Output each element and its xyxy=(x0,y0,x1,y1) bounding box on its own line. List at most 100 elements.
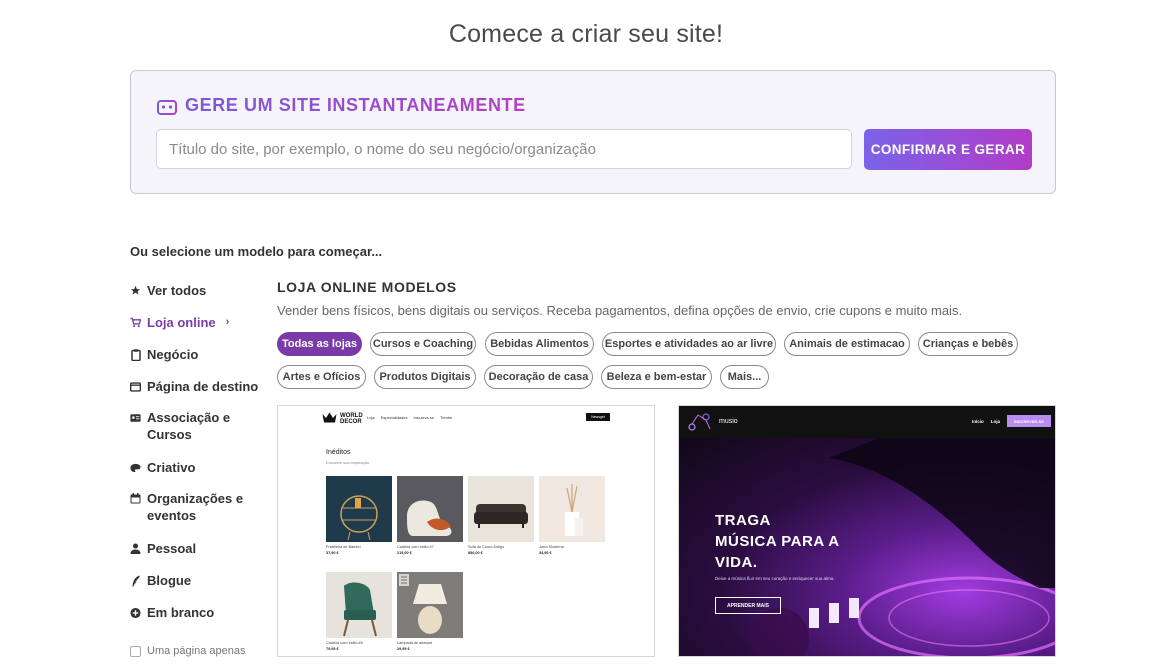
single-page-label: Uma página apenas xyxy=(147,645,246,657)
sidebar-item-label: Blogue xyxy=(147,573,192,588)
crown-icon xyxy=(322,410,337,428)
sidebar-item-label: Pessoal xyxy=(147,541,197,556)
sidebar-item-pagina-de-destino[interactable]: Página de destino xyxy=(130,378,258,395)
musio-logo-icon xyxy=(686,411,714,438)
musio-learn-more-button: APRENDER MAIS xyxy=(715,597,781,614)
filter-artes-oficios[interactable]: Artes e Ofícios xyxy=(277,365,366,389)
musio-tagline: Deixe a música fluir em seu coração e en… xyxy=(715,576,835,581)
nav-link: Loja xyxy=(990,419,1001,424)
headline-line: TRAGA xyxy=(715,512,771,529)
musio-logo-text: musio xyxy=(719,418,738,425)
category-description: Vender bens físicos, bens digitais ou se… xyxy=(277,303,963,318)
sidebar-item-label: Organizações e eventos xyxy=(147,491,244,523)
sidebar-item-criativo[interactable]: Criativo xyxy=(130,459,195,476)
world-decor-heading: Inéditos xyxy=(326,449,351,456)
sidebar-item-associacao-cursos[interactable]: Associação e Cursos xyxy=(130,409,250,443)
chevron-right-icon: › xyxy=(225,316,230,328)
sidebar-item-label: Página de destino xyxy=(147,379,259,394)
sidebar-item-negocio[interactable]: Negócio xyxy=(130,346,198,363)
window-icon xyxy=(130,378,141,395)
sidebar-item-label: Criativo xyxy=(147,460,196,475)
quill-icon xyxy=(130,572,141,589)
generator-header: GERE UM SITE INSTANTANEAMENTE xyxy=(155,95,526,116)
nav-link: Início xyxy=(972,419,984,424)
product-image-sofa xyxy=(468,476,534,542)
filter-produtos-digitais[interactable]: Produtos Digitais xyxy=(374,365,476,389)
world-decor-header-button: Newsget xyxy=(586,413,610,421)
product-name: Jarra Moderna xyxy=(539,545,564,549)
product-name: Sofá de Couro Antigo xyxy=(468,545,505,549)
template-card-musio[interactable]: musio Início Loja INSCREVER-SE TRAGA MÚS… xyxy=(678,405,1056,657)
filter-todas-as-lojas[interactable]: Todas as lojas xyxy=(277,332,362,356)
musio-nav: Início Loja xyxy=(972,419,1000,424)
sidebar-item-loja-online[interactable]: Loja online › xyxy=(130,314,229,331)
filter-beleza-bem-estar[interactable]: Beleza e bem-estar xyxy=(601,365,712,389)
site-generator-panel: GERE UM SITE INSTANTANEAMENTE CONFIRMAR … xyxy=(130,70,1056,194)
select-template-label: Ou selecione um modelo para começar... xyxy=(130,244,383,259)
musio-headline: TRAGA MÚSICA PARA A VIDA. xyxy=(715,510,840,573)
product-card: Lâmpada de abacaxi 29,95 € xyxy=(397,572,463,651)
template-card-world-decor[interactable]: WORLD DECOR Loja Especialidades Inscreva… xyxy=(277,405,655,657)
world-decor-logo-text: WORLD DECOR xyxy=(340,413,363,425)
single-page-toggle[interactable]: Uma página apenas xyxy=(130,645,245,657)
sidebar-item-pessoal[interactable]: Pessoal xyxy=(130,540,196,557)
product-image-green-chair xyxy=(326,572,392,638)
sidebar-item-em-branco[interactable]: Em branco xyxy=(130,604,214,621)
palette-icon xyxy=(130,459,141,476)
filter-cursos-coaching[interactable]: Cursos e Coaching xyxy=(370,332,476,356)
calendar-icon xyxy=(130,490,141,507)
confirm-generate-button[interactable]: CONFIRMAR E GERAR xyxy=(864,129,1032,170)
clipboard-icon xyxy=(130,346,141,363)
filter-bebidas-alimentos[interactable]: Bebidas Alimentos xyxy=(485,332,594,356)
nav-link: Tienhe xyxy=(440,415,453,420)
filter-decoracao-casa[interactable]: Decoração de casa xyxy=(484,365,593,389)
id-card-icon xyxy=(130,409,141,426)
filter-mais[interactable]: Mais... xyxy=(720,365,769,389)
generator-title: GERE UM SITE INSTANTANEAMENTE xyxy=(185,95,526,115)
world-decor-nav: Loja Especialidades Inscreva-se Tienhe xyxy=(367,415,452,420)
product-price: 37,90 € xyxy=(326,551,339,555)
category-title: LOJA ONLINE MODELOS xyxy=(277,279,457,295)
headline-line: VIDA. xyxy=(715,554,758,571)
cart-icon xyxy=(130,314,141,331)
sidebar-item-blogue[interactable]: Blogue xyxy=(130,572,191,589)
product-image-chair xyxy=(397,476,463,542)
filter-esportes-atividades[interactable]: Esportes e atividades ao ar livre xyxy=(602,332,776,356)
nav-link: Especialidades xyxy=(380,415,408,420)
person-icon xyxy=(130,540,141,557)
sidebar-item-label: Ver todos xyxy=(147,283,207,298)
product-price: 79,95 € xyxy=(326,647,339,651)
sidebar-item-label: Negócio xyxy=(147,347,199,362)
world-decor-subheading: Encontre sua inspiração. xyxy=(326,460,371,465)
star-icon xyxy=(130,282,141,299)
product-name: Prateleira de Bambu xyxy=(326,545,361,549)
musio-hero: TRAGA MÚSICA PARA A VIDA. Deixe a música… xyxy=(679,438,1055,656)
single-page-checkbox[interactable] xyxy=(130,645,141,657)
product-price: 215,00 € xyxy=(397,551,412,555)
filter-criancas-bebes[interactable]: Crianças e bebês xyxy=(918,332,1018,356)
product-name: Cadeira com estilo #7 xyxy=(397,545,434,549)
site-title-input[interactable] xyxy=(156,129,852,169)
nav-link: Loja xyxy=(367,415,375,420)
filter-animais-estimacao[interactable]: Animais de estimacao xyxy=(784,332,910,356)
world-decor-logo: WORLD DECOR xyxy=(322,410,364,428)
sidebar-item-label: Associação e Cursos xyxy=(147,410,231,442)
product-price: 890,00 € xyxy=(468,551,483,555)
musio-header: musio Início Loja INSCREVER-SE xyxy=(679,406,1055,438)
product-price: 29,95 € xyxy=(397,647,410,651)
page-title: Comece a criar seu site! xyxy=(448,20,724,48)
musio-signup-button: INSCREVER-SE xyxy=(1007,415,1051,427)
plus-circle-icon xyxy=(130,604,141,621)
nav-link: Inscreva-se xyxy=(413,415,435,420)
product-image-lamp xyxy=(397,572,463,638)
robot-icon xyxy=(155,96,179,116)
product-card: Cadeira com estilo #5 79,95 € xyxy=(326,572,392,651)
product-name: Cadeira com estilo #5 xyxy=(326,641,363,645)
sidebar-item-organizacoes-eventos[interactable]: Organizações e eventos xyxy=(130,490,250,524)
product-card: Cadeira com estilo #7 215,00 € xyxy=(397,476,463,555)
product-image-vase xyxy=(539,476,605,542)
product-card: Sofá de Couro Antigo 890,00 € xyxy=(468,476,534,555)
product-name: Lâmpada de abacaxi xyxy=(397,641,433,645)
product-card: Prateleira de Bambu 37,90 € xyxy=(326,476,392,555)
sidebar-item-ver-todos[interactable]: Ver todos xyxy=(130,282,206,299)
